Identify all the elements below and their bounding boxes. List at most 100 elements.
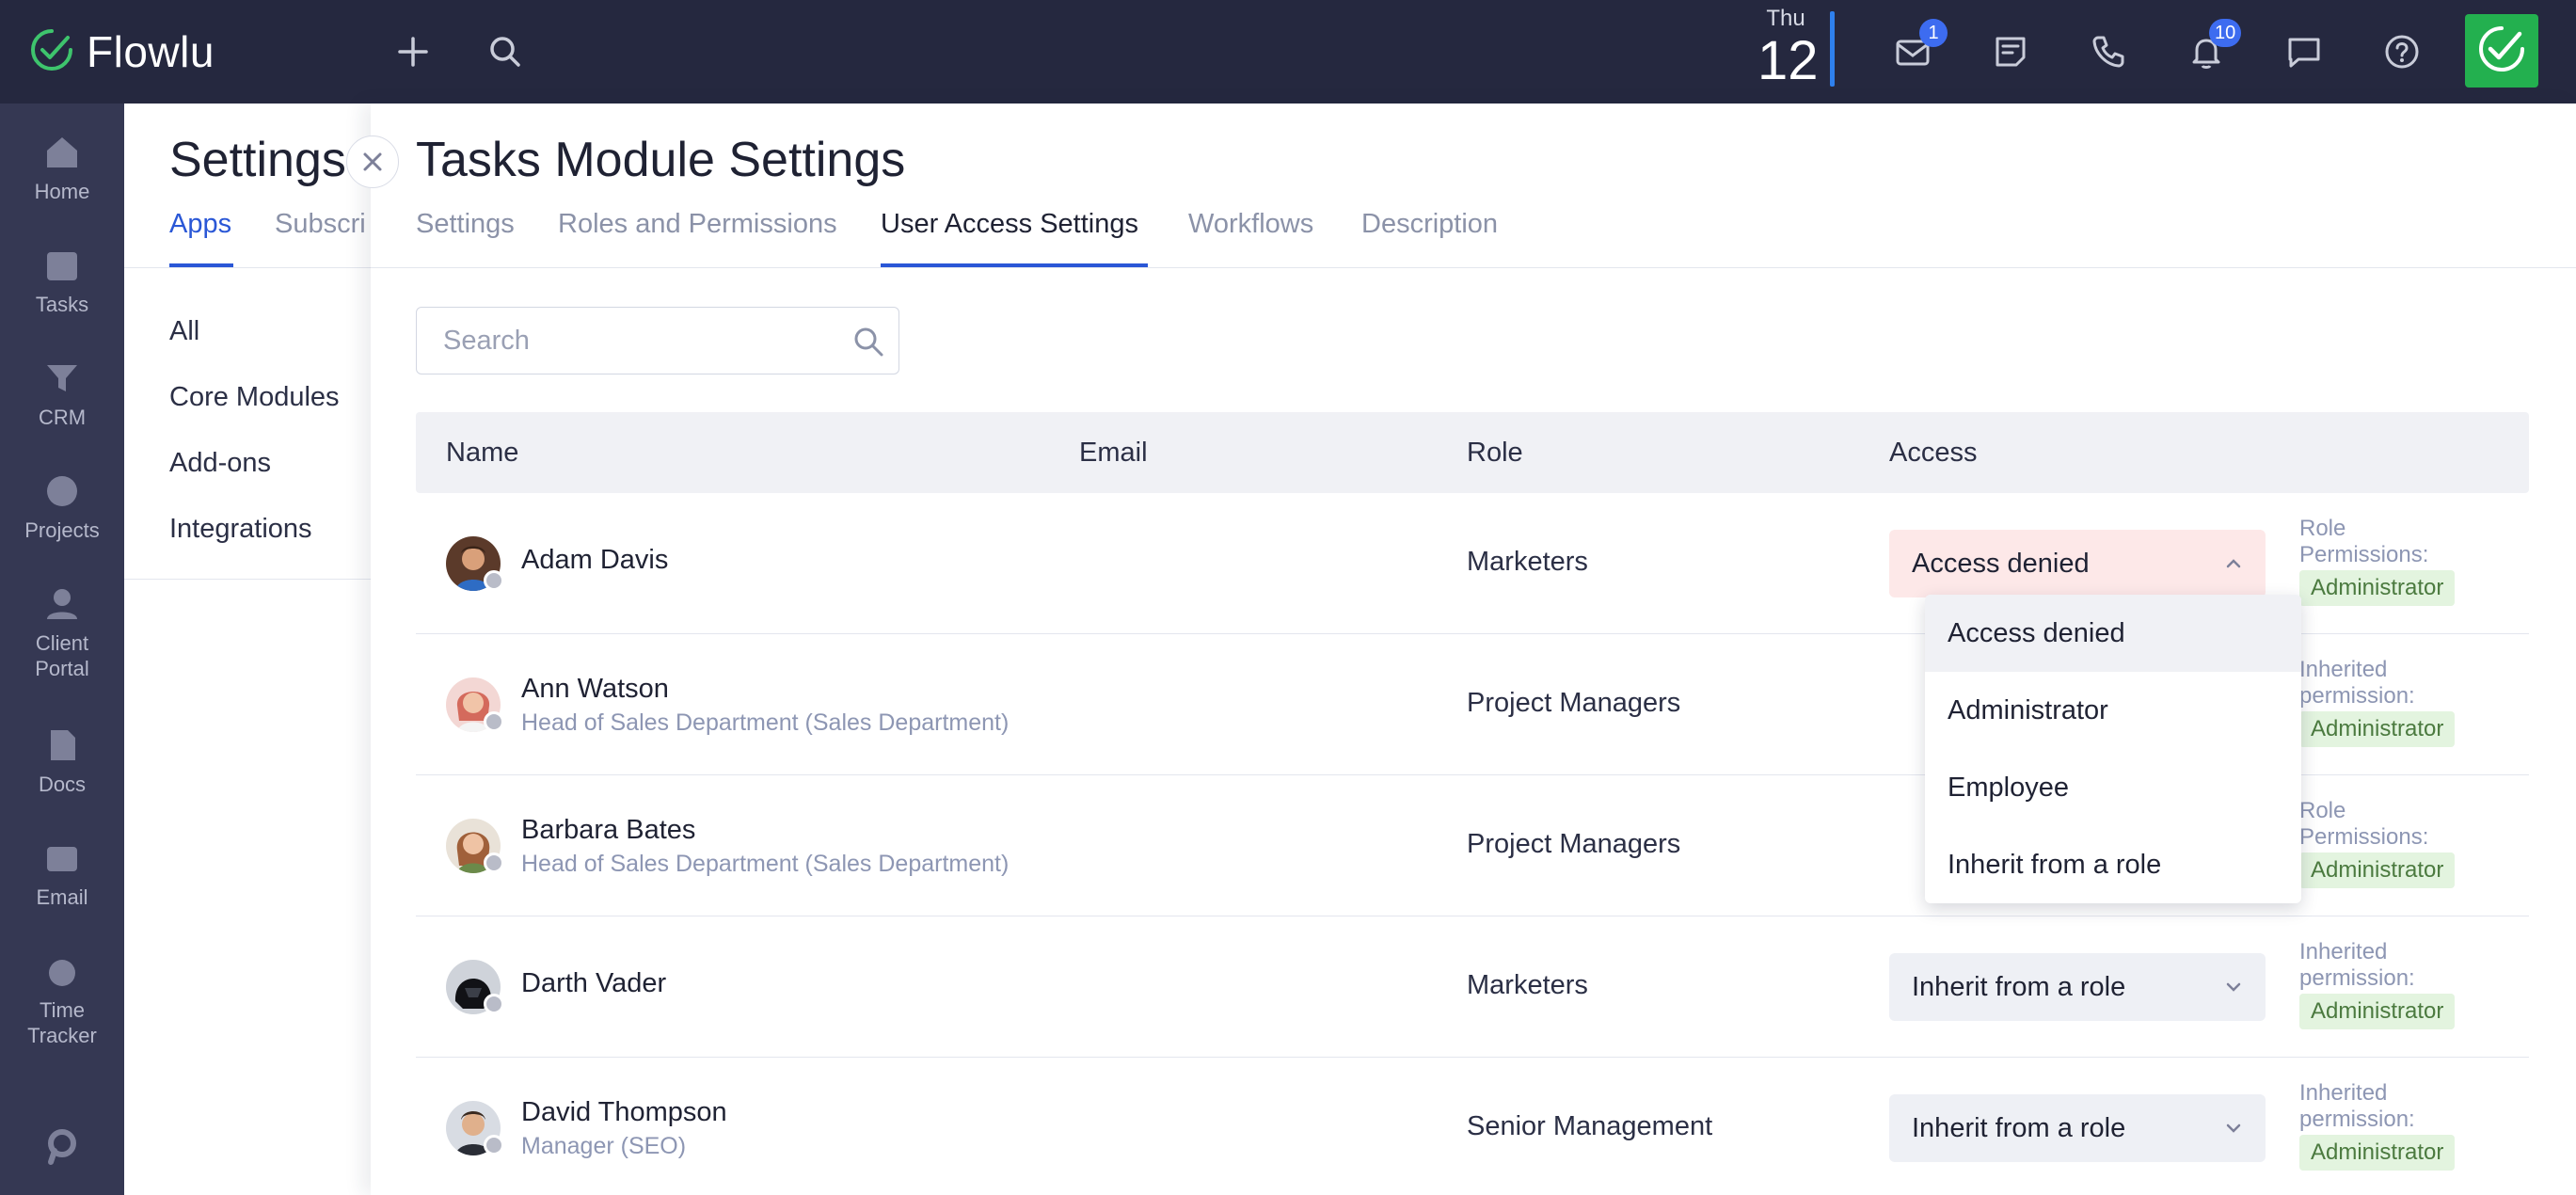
- chevron-up-icon: [2226, 559, 2241, 568]
- search-icon[interactable]: [480, 26, 531, 77]
- settings-tab-subscription[interactable]: Subscri: [275, 209, 366, 240]
- access-dropdown-menu: Access denied Administrator Employee Inh…: [1925, 595, 2301, 903]
- nav-more[interactable]: [0, 1124, 124, 1171]
- user-role: Marketers: [1467, 970, 1588, 1000]
- dropdown-option-administrator[interactable]: Administrator: [1925, 672, 2301, 749]
- check-shield-icon: [2475, 23, 2528, 80]
- user-name[interactable]: Ann Watson: [521, 674, 669, 705]
- projects-icon: [47, 476, 77, 506]
- docs-icon: [51, 730, 75, 760]
- user-name[interactable]: Adam Davis: [521, 545, 668, 576]
- permission-badge: Administrator: [2299, 1135, 2456, 1171]
- settings-link-integrations[interactable]: Integrations: [169, 514, 312, 545]
- permission-badge: Administrator: [2299, 570, 2456, 606]
- permission-label: Inherited permission:: [2299, 939, 2415, 991]
- permission-badge: Administrator: [2299, 711, 2456, 747]
- permission-badge: Administrator: [2299, 852, 2456, 888]
- user-role: Project Managers: [1467, 829, 1681, 859]
- settings-link-core-modules[interactable]: Core Modules: [169, 382, 340, 413]
- table-row: Darth Vader Marketers Inherit from a rol…: [416, 916, 2529, 1058]
- close-icon: [363, 152, 382, 171]
- search-input[interactable]: [417, 308, 831, 374]
- search-icon[interactable]: [851, 325, 885, 358]
- date-day: 12: [1757, 30, 1819, 91]
- search-box: [416, 307, 899, 374]
- nav-client-portal[interactable]: Client Portal: [0, 583, 124, 681]
- user-name[interactable]: David Thompson: [521, 1097, 727, 1128]
- access-value: Inherit from a role: [1912, 1113, 2126, 1143]
- flowlu-logo-icon: [30, 28, 73, 76]
- tab-user-access-settings[interactable]: User Access Settings: [881, 209, 1138, 240]
- access-select[interactable]: Access denied: [1889, 530, 2266, 598]
- dropdown-option-employee[interactable]: Employee: [1925, 749, 2301, 826]
- time-tracker-icon: [49, 960, 75, 986]
- left-nav: Home Tasks CRM Projects Client Portal Do…: [0, 104, 124, 1195]
- brand[interactable]: Flowlu: [30, 26, 215, 77]
- notes-icon[interactable]: [1985, 26, 2036, 77]
- user-name[interactable]: Darth Vader: [521, 968, 666, 999]
- status-dot: [484, 994, 504, 1014]
- brand-name: Flowlu: [87, 27, 215, 76]
- tab-workflows[interactable]: Workflows: [1188, 209, 1313, 240]
- user-role: Project Managers: [1467, 688, 1681, 718]
- help-icon[interactable]: [2377, 26, 2427, 77]
- nav-projects[interactable]: Projects: [0, 470, 124, 543]
- access-value: Access denied: [1912, 549, 2090, 579]
- knowledge-icon: [48, 1129, 76, 1165]
- tasks-icon: [47, 252, 77, 280]
- calendar-date[interactable]: Thu 12: [1757, 6, 1819, 91]
- settings-title: Settings: [169, 133, 346, 187]
- nav-time-tracker[interactable]: Time Tracker: [0, 950, 124, 1048]
- permission-label: Inherited permission:: [2299, 1080, 2415, 1132]
- bell-icon[interactable]: 10: [2181, 19, 2242, 77]
- access-value: Inherit from a role: [1912, 972, 2126, 1002]
- user-title: Head of Sales Department (Sales Departme…: [521, 851, 1010, 877]
- chevron-down-icon: [2226, 1123, 2241, 1133]
- tabs-divider: [371, 267, 2576, 268]
- user-title: Manager (SEO): [521, 1133, 687, 1159]
- email-icon: [47, 847, 77, 871]
- user-role: Senior Management: [1467, 1111, 1713, 1141]
- column-header-email[interactable]: Email: [1079, 438, 1148, 469]
- nav-docs[interactable]: Docs: [0, 725, 124, 797]
- mail-badge: 1: [1919, 19, 1948, 47]
- user-name[interactable]: Barbara Bates: [521, 815, 695, 846]
- user-profile-button[interactable]: [2465, 14, 2538, 88]
- add-icon[interactable]: [388, 26, 438, 77]
- nav-home[interactable]: Home: [0, 132, 124, 204]
- client-portal-icon: [47, 589, 77, 619]
- status-dot: [484, 711, 504, 732]
- dropdown-option-inherit-from-role[interactable]: Inherit from a role: [1925, 826, 2301, 903]
- nav-crm[interactable]: CRM: [0, 358, 124, 430]
- column-header-access[interactable]: Access: [1889, 438, 1977, 469]
- nav-email[interactable]: Email: [0, 837, 124, 910]
- dropdown-option-access-denied[interactable]: Access denied: [1925, 595, 2301, 672]
- column-header-name[interactable]: Name: [446, 438, 518, 469]
- access-select[interactable]: Inherit from a role: [1889, 1094, 2266, 1162]
- notifications-badge: 10: [2209, 19, 2242, 47]
- settings-link-all[interactable]: All: [169, 316, 199, 347]
- chat-icon[interactable]: [2279, 26, 2330, 77]
- phone-icon[interactable]: [2083, 26, 2134, 77]
- access-select[interactable]: Inherit from a role: [1889, 953, 2266, 1021]
- chevron-down-icon: [2226, 982, 2241, 992]
- top-bar: Flowlu Thu 12 1 10: [0, 0, 2576, 104]
- column-header-role[interactable]: Role: [1467, 438, 1523, 469]
- mail-icon[interactable]: 1: [1887, 19, 1948, 77]
- status-dot: [484, 1135, 504, 1155]
- tab-description[interactable]: Description: [1361, 209, 1498, 240]
- permission-label: Inherited permission:: [2299, 657, 2415, 709]
- nav-tasks[interactable]: Tasks: [0, 245, 124, 317]
- user-role: Marketers: [1467, 547, 1588, 577]
- close-button[interactable]: [346, 135, 399, 188]
- tab-roles-and-permissions[interactable]: Roles and Permissions: [558, 209, 837, 240]
- table-header: Name Email Role Access: [416, 412, 2529, 493]
- status-dot: [484, 570, 504, 591]
- settings-link-add-ons[interactable]: Add-ons: [169, 448, 271, 479]
- settings-tab-apps[interactable]: Apps: [169, 209, 231, 240]
- permission-label: Role Permissions:: [2299, 798, 2429, 850]
- permission-badge: Administrator: [2299, 994, 2456, 1029]
- date-divider: [1830, 11, 1835, 87]
- date-weekday: Thu: [1766, 6, 1805, 31]
- tab-settings[interactable]: Settings: [416, 209, 515, 240]
